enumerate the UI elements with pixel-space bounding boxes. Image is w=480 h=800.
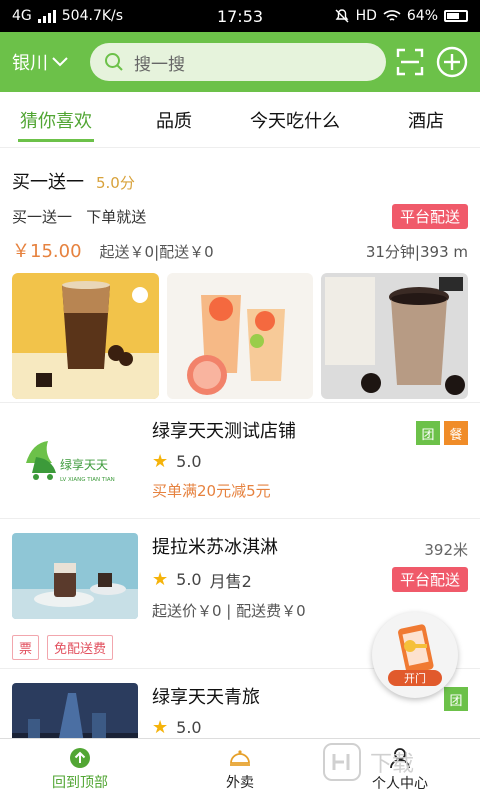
deal-time-distance: 31分钟|393 m (365, 243, 468, 261)
nav-label: 外卖 (226, 774, 254, 791)
group-buy-badge: 团 (444, 687, 468, 711)
store-distance: 392米 (424, 541, 468, 559)
store-rating: 5.0 (176, 452, 202, 471)
delivery-tag: 平台配送 (391, 204, 468, 229)
search-bar[interactable]: 搜一搜 (90, 43, 386, 81)
store-monthly-sales: 月售2 (209, 571, 252, 591)
store-thumbnail (12, 533, 138, 619)
store-logo: 绿享天天 LV XIANG TIAN TIAN (12, 417, 138, 503)
battery-percent: 64% (406, 8, 438, 24)
arrow-up-icon (70, 747, 90, 768)
deal-score: 5.0分 (96, 174, 135, 192)
store-rating: 5.0 (176, 718, 202, 737)
store-card-lvxiang-test[interactable]: 绿享天天 LV XIANG TIAN TIAN 绿享天天测试店铺 ★ 5.0 买… (0, 403, 480, 519)
store-name: 提拉米苏冰淇淋 (152, 537, 278, 558)
store-promo: 买单满20元减5元 (152, 482, 271, 500)
search-icon (105, 53, 123, 71)
top-header: 银川 搜一搜 (0, 32, 480, 92)
star-icon: ★ (152, 717, 169, 738)
deal-title: 买一送一 (12, 172, 84, 193)
product-image-fruit-tea[interactable] (166, 273, 314, 399)
ticket-pill: 票 (12, 635, 40, 660)
status-bar: 4G 504.7K/s 17:53 HD 64% (0, 0, 480, 32)
store-logo-text: 绿享天天 (60, 457, 108, 472)
nav-takeout[interactable]: 外卖 (160, 739, 320, 800)
tab-quality[interactable]: 品质 (156, 92, 192, 148)
hd-indicator: HD (355, 8, 377, 24)
star-icon: ★ (152, 569, 169, 590)
nav-label: 回到顶部 (52, 774, 108, 791)
wifi-icon (383, 10, 401, 21)
deal-price: ￥15.00 (12, 241, 82, 262)
scan-icon[interactable] (396, 48, 424, 76)
nav-label: 个人中心 (372, 775, 428, 792)
open-door-button[interactable]: 开门 (372, 612, 458, 698)
city-name: 银川 (12, 53, 48, 74)
battery-icon (444, 10, 468, 22)
deal-description: 买一送一 下单就送 (12, 208, 147, 226)
phone-key-icon: 开门 (388, 624, 442, 686)
search-placeholder: 搜一搜 (134, 54, 185, 75)
tab-guess-you-like[interactable]: 猜你喜欢 (18, 92, 94, 148)
store-rating: 5.0 (176, 570, 202, 589)
tab-hotel[interactable]: 酒店 (408, 92, 444, 148)
signal-icon (37, 9, 56, 23)
dish-cover-icon (230, 749, 250, 766)
bottom-nav: 回到顶部 外卖 个人中心 (0, 738, 480, 800)
group-buy-badge: 团 (416, 421, 440, 445)
delivery-tag: 平台配送 (391, 567, 468, 592)
user-icon (390, 747, 410, 768)
dining-badge: 餐 (444, 421, 468, 445)
deal-fees: 起送￥0|配送￥0 (99, 243, 214, 261)
tab-what-to-eat-today[interactable]: 今天吃什么 (250, 92, 340, 148)
product-image-milk-tea[interactable] (12, 273, 159, 399)
featured-deal-card[interactable]: 买一送一 5.0分 买一送一 下单就送 平台配送 ￥15.00 起送￥0|配送￥… (0, 148, 480, 403)
network-speed: 504.7K/s (61, 8, 124, 24)
city-selector[interactable]: 银川 (12, 49, 90, 75)
chevron-down-icon (52, 57, 68, 67)
nav-back-to-top[interactable]: 回到顶部 (0, 739, 160, 800)
category-tabs: 猜你喜欢 品质 今天吃什么 酒店 (0, 92, 480, 148)
open-door-label: 开门 (404, 671, 426, 685)
network-type: 4G (12, 8, 32, 24)
mute-icon (335, 9, 349, 23)
add-icon[interactable] (436, 46, 468, 78)
star-icon: ★ (152, 451, 169, 472)
nav-profile[interactable]: 个人中心 (320, 739, 480, 800)
free-delivery-pill: 免配送费 (47, 635, 114, 660)
store-logo-subtext: LV XIANG TIAN TIAN (60, 477, 115, 483)
store-thumbnail (12, 683, 138, 738)
product-image-oreo-drink[interactable] (321, 273, 469, 399)
